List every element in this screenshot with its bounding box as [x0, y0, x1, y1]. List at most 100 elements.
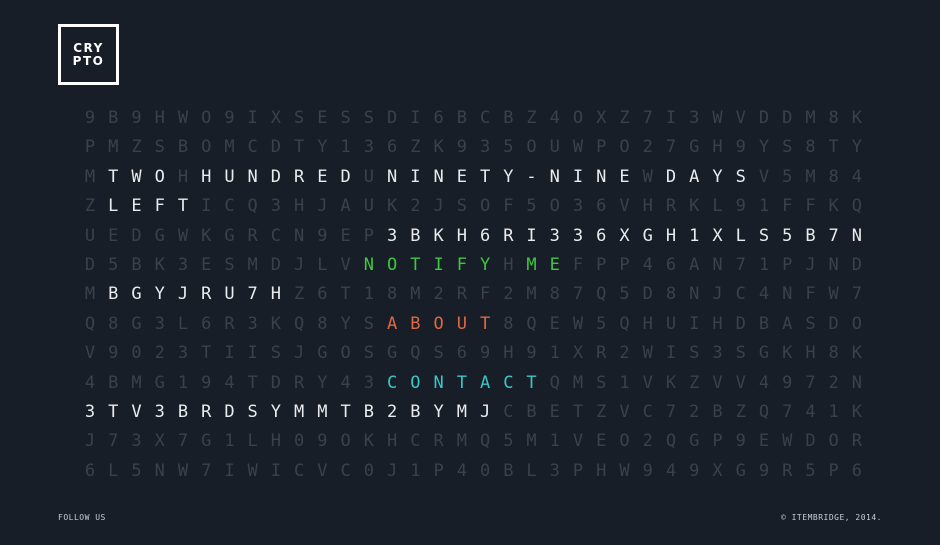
headline-letter: H — [456, 225, 467, 246]
headline-letter: H — [270, 284, 282, 305]
grid-letter: 9 — [317, 431, 328, 452]
grid-letter: Y — [758, 137, 770, 158]
grid-letter: H — [177, 166, 189, 187]
headline-letter: X — [619, 225, 630, 246]
headline-letter: - — [526, 166, 537, 187]
grid-letter: V — [642, 372, 653, 393]
grid-letter: Q — [619, 313, 630, 334]
grid-letter: 4 — [340, 372, 351, 393]
grid-letter: 3 — [363, 137, 374, 158]
headline-letter: V — [131, 402, 142, 422]
grid-letter: R — [665, 196, 677, 217]
grid-letter: U — [549, 137, 560, 158]
headline-letter: 2 — [386, 402, 398, 422]
contact-link-letter[interactable]: T — [450, 373, 473, 393]
headline-letter: Y — [270, 402, 282, 422]
grid-letter: F — [805, 284, 816, 305]
grid-letter: 6 — [596, 196, 607, 217]
grid-letter: 1 — [619, 372, 630, 393]
grid-letter: Q — [549, 372, 560, 393]
grid-letter: Z — [131, 137, 142, 158]
grid-letter: R — [456, 284, 467, 305]
grid-letter: B — [503, 460, 514, 481]
contact-link-letter[interactable]: A — [474, 373, 497, 393]
grid-letter: Z — [735, 402, 746, 422]
grid-letter: Q — [758, 402, 770, 422]
grid-letter: 9 — [758, 460, 770, 481]
grid-letter: P — [619, 255, 630, 275]
grid-letter: M — [410, 284, 421, 305]
grid-letter: 8 — [386, 284, 398, 305]
grid-letter: M — [805, 108, 816, 128]
contact-link-letter[interactable]: O — [404, 373, 427, 393]
grid-letter: 9 — [642, 460, 653, 481]
headline-letter: 7 — [828, 225, 839, 246]
headline-letter: T — [177, 196, 189, 217]
notify-me-link-letter[interactable]: I — [427, 255, 450, 275]
headline-letter: N — [549, 166, 560, 187]
grid-letter: V — [619, 196, 630, 217]
grid-letter: C — [340, 460, 351, 481]
contact-link-letter[interactable]: C — [497, 373, 520, 393]
grid-letter: C — [270, 225, 282, 246]
grid-letter: M — [224, 137, 235, 158]
grid-letter: J — [294, 343, 305, 364]
grid-letter: D — [270, 137, 282, 158]
grid-letter: W — [828, 284, 839, 305]
grid-letter: C — [294, 460, 305, 481]
grid-letter: V — [735, 108, 746, 128]
grid-letter: O — [619, 431, 630, 452]
headline-letter: K — [433, 225, 444, 246]
grid-letter: E — [340, 225, 351, 246]
grid-letter: R — [433, 431, 444, 452]
contact-link-letter[interactable]: N — [427, 373, 450, 393]
grid-letter: G — [154, 372, 165, 393]
about-link-letter[interactable]: A — [381, 314, 404, 334]
grid-letter: S — [270, 343, 282, 364]
notify-me-link-letter[interactable]: T — [404, 255, 427, 275]
grid-letter: D — [782, 108, 793, 128]
about-link-letter[interactable]: T — [474, 314, 497, 334]
headline-letter: D — [665, 166, 677, 187]
grid-letter: Z — [596, 402, 607, 422]
grid-letter: 2 — [828, 372, 839, 393]
grid-letter: K — [363, 431, 374, 452]
grid-letter: 8 — [828, 166, 839, 187]
grid-letter: J — [712, 284, 723, 305]
notify-me-link-letter[interactable]: M — [520, 255, 543, 275]
grid-letter: V — [735, 372, 746, 393]
notify-me-link-letter[interactable]: E — [543, 255, 566, 275]
grid-letter: X — [596, 108, 607, 128]
notify-me-link-letter[interactable]: N — [357, 255, 380, 275]
contact-link-letter[interactable]: C — [381, 373, 404, 393]
grid-letter: O — [549, 196, 560, 217]
about-link-letter[interactable]: U — [450, 314, 473, 334]
grid-letter: F — [479, 284, 491, 305]
grid-letter: 9 — [456, 137, 467, 158]
grid-letter: S — [805, 313, 816, 334]
about-link-letter[interactable]: O — [427, 314, 450, 334]
grid-letter: W — [572, 137, 584, 158]
about-link-letter[interactable]: B — [404, 314, 427, 334]
grid-letter: O — [201, 108, 212, 128]
grid-letter: G — [386, 343, 398, 364]
grid-letter: B — [108, 372, 119, 393]
contact-link-letter[interactable]: T — [520, 373, 543, 393]
headline-letter: H — [665, 225, 677, 246]
grid-letter: M — [84, 284, 96, 305]
grid-letter: 7 — [851, 284, 863, 305]
grid-letter: P — [782, 255, 793, 275]
grid-letter: J — [386, 460, 398, 481]
headline-letter: 6 — [596, 225, 607, 246]
grid-letter: L — [108, 460, 119, 481]
notify-me-link-letter[interactable]: F — [450, 255, 473, 275]
follow-us-link[interactable]: FOLLOW US — [58, 513, 106, 522]
notify-me-link-letter[interactable]: O — [381, 255, 404, 275]
headline-letter: M — [317, 402, 328, 422]
grid-letter: H — [294, 196, 305, 217]
grid-letter: 7 — [665, 402, 677, 422]
grid-letter: 2 — [433, 284, 444, 305]
grid-letter: 8 — [108, 313, 119, 334]
grid-letter: L — [247, 431, 258, 452]
notify-me-link-letter[interactable]: Y — [474, 255, 497, 275]
